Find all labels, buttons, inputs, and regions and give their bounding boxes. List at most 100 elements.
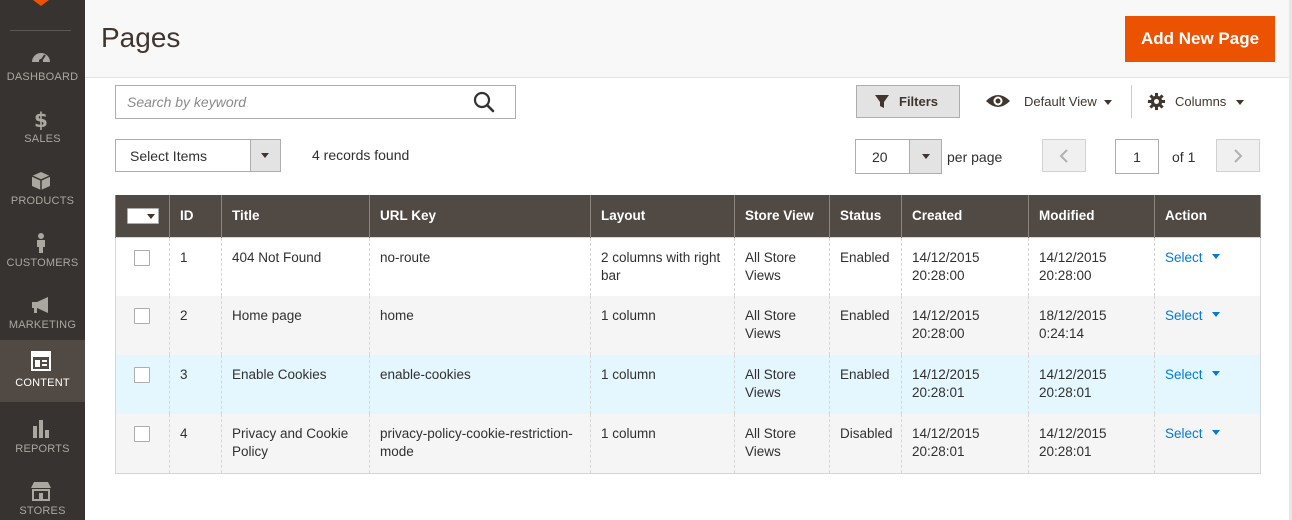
column-header-store-view[interactable]: Store View — [734, 195, 830, 237]
page-title: Pages — [101, 22, 181, 53]
column-header-status[interactable]: Status — [829, 195, 902, 237]
cell-id: 2 — [169, 296, 222, 355]
bar-chart-icon — [33, 420, 49, 438]
column-header-title[interactable]: Title — [221, 195, 370, 237]
page-number-input[interactable] — [1115, 139, 1159, 174]
chevron-down-icon[interactable] — [1211, 312, 1220, 317]
dollar-icon: $ — [34, 108, 48, 130]
column-header-modified[interactable]: Modified — [1028, 195, 1155, 237]
per-page-value: 20 — [872, 149, 888, 165]
cell-id: 4 — [169, 414, 222, 474]
sidebar-item-label: CUSTOMERS — [6, 257, 79, 269]
sidebar-item-label: CONTENT — [15, 377, 70, 389]
cell-status: Enabled — [829, 355, 902, 414]
cell-title: 404 Not Found — [221, 237, 370, 296]
chevron-down-icon — [147, 214, 155, 219]
filters-button[interactable]: Filters — [856, 85, 960, 118]
column-header-url-key[interactable]: URL Key — [369, 195, 591, 237]
previous-page-button[interactable] — [1042, 139, 1086, 172]
box-icon — [31, 172, 51, 190]
table-row[interactable]: 1 404 Not Found no-route 2 columns with … — [115, 237, 1261, 296]
sidebar-item-label: PRODUCTS — [10, 195, 75, 207]
sidebar-item-label: MARKETING — [8, 319, 77, 331]
cell-modified: 14/12/2015 20:28:01 — [1028, 414, 1155, 474]
sidebar-item-label: DASHBOARD — [6, 71, 79, 83]
search-icon[interactable] — [473, 91, 495, 113]
chevron-down-icon — [261, 153, 269, 158]
row-checkbox[interactable] — [134, 249, 150, 266]
chevron-right-icon — [1234, 149, 1243, 163]
mass-select-checkbox[interactable] — [127, 208, 159, 224]
sidebar-item-dashboard[interactable]: DASHBOARD — [0, 40, 85, 102]
row-action-select[interactable]: Select — [1165, 426, 1203, 441]
mass-action-select[interactable]: Select Items — [115, 139, 281, 172]
columns-control[interactable]: Columns — [1147, 88, 1257, 116]
table-row[interactable]: 4 Privacy and Cookie Policy privacy-poli… — [115, 414, 1261, 474]
sidebar-item-sales[interactable]: $ SALES — [0, 102, 85, 164]
sidebar-item-label: REPORTS — [15, 443, 70, 455]
cell-created: 14/12/2015 20:28:00 — [901, 237, 1029, 296]
dropdown-toggle[interactable] — [909, 140, 941, 173]
cell-modified: 18/12/2015 0:24:14 — [1028, 296, 1155, 355]
search-input[interactable] — [116, 86, 456, 118]
columns-label: Columns — [1175, 94, 1227, 109]
cell-layout: 1 column — [590, 414, 735, 474]
cell-created: 14/12/2015 20:28:01 — [901, 355, 1029, 414]
chevron-down-icon — [1236, 100, 1244, 105]
chevron-down-icon — [1104, 100, 1112, 105]
row-action-select[interactable]: Select — [1165, 367, 1203, 382]
per-page-label: per page — [947, 149, 1003, 165]
chevron-down-icon[interactable] — [1211, 371, 1220, 376]
column-header-id[interactable]: ID — [169, 195, 222, 237]
per-page-select[interactable]: 20 — [855, 139, 942, 174]
chevron-left-icon — [1059, 149, 1068, 163]
cell-layout: 1 column — [590, 296, 735, 355]
dropdown-toggle[interactable] — [250, 140, 280, 171]
row-checkbox-cell — [115, 296, 170, 355]
row-action-select[interactable]: Select — [1165, 308, 1203, 323]
row-checkbox[interactable] — [134, 426, 150, 442]
view-label: Default View — [1024, 94, 1097, 109]
row-checkbox[interactable] — [134, 308, 150, 324]
dashboard-icon — [32, 53, 50, 63]
column-header-action: Action — [1154, 195, 1261, 237]
sidebar-item-content[interactable]: CONTENT — [0, 340, 85, 402]
column-header-layout[interactable]: Layout — [590, 195, 735, 237]
row-checkbox-cell — [115, 414, 170, 474]
person-icon — [37, 233, 45, 253]
chevron-down-icon[interactable] — [1211, 253, 1220, 259]
cell-layout: 1 column — [590, 355, 735, 414]
svg-text:$: $ — [34, 108, 48, 130]
table-header-row: ID Title URL Key Layout Store View Statu… — [115, 195, 1261, 237]
sidebar-item-label: STORES — [19, 505, 66, 517]
column-header-created[interactable]: Created — [901, 195, 1029, 237]
cell-created: 14/12/2015 20:28:01 — [901, 414, 1029, 474]
magento-logo-icon[interactable] — [31, 0, 51, 6]
storefront-icon — [31, 482, 51, 501]
chevron-down-icon[interactable] — [1211, 430, 1220, 435]
sidebar-item-stores[interactable]: STORES — [0, 474, 85, 520]
column-header-select — [115, 195, 170, 237]
sidebar-item-products[interactable]: PRODUCTS — [0, 164, 85, 226]
sidebar-item-customers[interactable]: CUSTOMERS — [0, 226, 85, 288]
sidebar-item-reports[interactable]: REPORTS — [0, 412, 85, 474]
table-row[interactable]: 2 Home page home 1 column All Store View… — [115, 296, 1261, 355]
view-switcher[interactable]: Default View — [985, 88, 1120, 116]
cell-action: Select — [1154, 355, 1261, 414]
cell-created: 14/12/2015 20:28:00 — [901, 296, 1029, 355]
cell-store-view: All Store Views — [734, 355, 830, 414]
add-new-page-button[interactable]: Add New Page — [1125, 16, 1275, 62]
filters-label: Filters — [899, 94, 939, 109]
cell-status: Enabled — [829, 237, 902, 296]
cell-url-key: no-route — [369, 237, 591, 296]
table-row[interactable]: 3 Enable Cookies enable-cookies 1 column… — [115, 355, 1261, 414]
next-page-button[interactable] — [1216, 139, 1260, 172]
keyword-search — [115, 85, 516, 119]
row-action-select[interactable]: Select — [1165, 250, 1203, 265]
layout-icon — [31, 351, 51, 371]
pages-grid: ID Title URL Key Layout Store View Statu… — [115, 195, 1261, 474]
cell-modified: 14/12/2015 20:28:00 — [1028, 237, 1155, 296]
cell-action: Select — [1154, 237, 1261, 296]
funnel-icon — [875, 95, 889, 108]
row-checkbox[interactable] — [134, 367, 150, 383]
